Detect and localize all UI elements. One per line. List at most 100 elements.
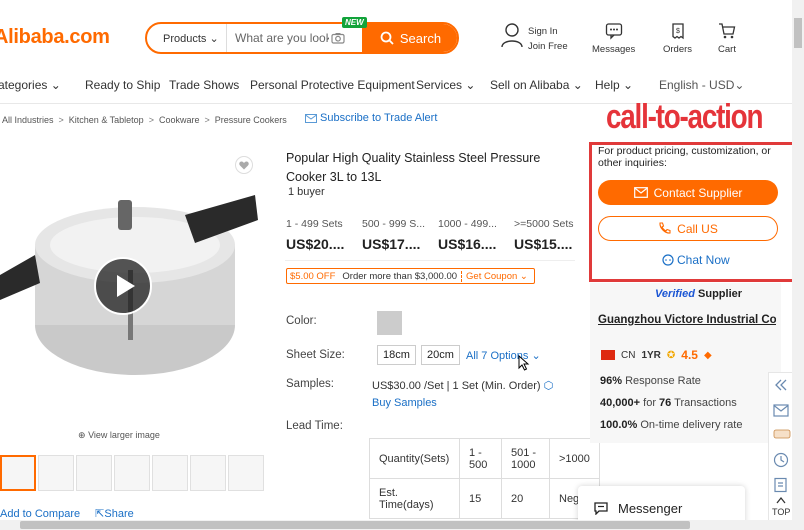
mail-icon[interactable]: [773, 404, 789, 417]
breadcrumb-item[interactable]: Kitchen & Tabletop: [69, 115, 144, 125]
search-input[interactable]: [233, 24, 329, 52]
product-thumbnail[interactable]: [228, 455, 264, 491]
search-category-select[interactable]: Products ⌄: [147, 24, 227, 52]
coupon-condition: Order more than $3,000.00: [342, 270, 458, 282]
subscribe-trade-alert-link[interactable]: Subscribe to Trade Alert: [305, 112, 437, 124]
nav-ppe[interactable]: Personal Protective Equipment: [250, 78, 415, 92]
signin-link[interactable]: Sign In: [528, 24, 568, 39]
breadcrumb-item[interactable]: All Industries: [2, 115, 54, 125]
add-to-compare-link[interactable]: Add to Compare: [0, 508, 80, 520]
user-icon[interactable]: [500, 22, 524, 48]
vertical-scrollbar-thumb[interactable]: [794, 18, 802, 48]
share-link[interactable]: ⇱Share: [95, 508, 134, 520]
cart-icon: [719, 23, 736, 39]
breadcrumb-item[interactable]: Pressure Cookers: [215, 115, 287, 125]
nav-language-currency[interactable]: English - USD⌄: [659, 78, 744, 92]
back-to-top-label[interactable]: TOP: [772, 507, 790, 517]
contact-supplier-button[interactable]: Contact Supplier: [598, 180, 778, 205]
thumbnail-strip: [0, 455, 264, 491]
size-option-18cm[interactable]: 18cm: [377, 345, 416, 365]
color-label: Color:: [286, 315, 317, 327]
tier-quantity: 1 - 499 Sets: [286, 218, 343, 230]
chevron-up-icon[interactable]: [776, 496, 786, 504]
verified-suffix: Supplier: [698, 288, 743, 300]
chat-bubble-icon: [594, 501, 608, 515]
tier-price: US$16....: [438, 236, 497, 252]
cart-button[interactable]: Cart: [718, 22, 736, 55]
feedback-icon[interactable]: [773, 477, 789, 493]
breadcrumb-separator: >: [58, 115, 64, 125]
chevron-down-icon: ⌄: [623, 78, 634, 92]
chat-now-link[interactable]: Chat Now: [662, 253, 730, 267]
info-cube-icon: ⬡: [543, 380, 554, 392]
tier-price: US$15....: [514, 236, 573, 252]
play-video-button[interactable]: [94, 257, 152, 315]
chat-icon: [662, 254, 674, 266]
buy-samples-link[interactable]: Buy Samples: [372, 397, 437, 409]
lead-time-label: Lead Time:: [286, 420, 343, 432]
china-flag-icon: [601, 350, 615, 360]
call-us-button[interactable]: Call US: [598, 216, 778, 241]
tier-price: US$17....: [362, 236, 421, 252]
divider: [285, 260, 575, 261]
nav-sell-on-alibaba[interactable]: Sell on Alibaba ⌄: [490, 78, 583, 92]
supplier-rating: 4.5: [681, 348, 698, 362]
stat-text: for: [643, 397, 656, 409]
view-larger-image-link[interactable]: ⊕ View larger image: [78, 430, 160, 441]
product-thumbnail[interactable]: [76, 455, 112, 491]
phone-icon: [659, 222, 671, 234]
price-tier: 1 - 499 Sets US$20....: [286, 218, 358, 252]
mail-icon: [633, 187, 648, 198]
coupon-discount: $5.00 OFF: [290, 270, 336, 282]
supplier-name-link[interactable]: Guangzhou Victore Industrial Co.,...: [598, 314, 776, 326]
horizontal-scrollbar-thumb[interactable]: [20, 521, 690, 529]
chat-now-label: Chat Now: [677, 253, 730, 267]
view-larger-label: View larger image: [88, 430, 160, 440]
nav-ready-to-ship[interactable]: Ready to Ship: [85, 78, 160, 92]
search-button[interactable]: Search: [362, 24, 457, 52]
product-thumbnail[interactable]: [0, 455, 36, 491]
favorite-heart-icon[interactable]: [235, 156, 253, 174]
orders-button[interactable]: $ Orders: [663, 22, 692, 55]
nav-trade-shows[interactable]: Trade Shows: [169, 78, 239, 92]
table-row: Quantity(Sets) 1 - 500 501 - 1000 >1000: [369, 438, 600, 479]
nav-help[interactable]: Help ⌄: [595, 78, 633, 92]
camera-icon[interactable]: [331, 32, 345, 44]
signin-links[interactable]: Sign In Join Free: [528, 24, 568, 54]
breadcrumb-item[interactable]: Cookware: [159, 115, 200, 125]
messages-button[interactable]: Messages: [592, 22, 635, 55]
search-bar: Products ⌄ Search: [145, 22, 459, 54]
product-thumbnail[interactable]: [190, 455, 226, 491]
promo-icon[interactable]: [773, 428, 791, 440]
on-time-delivery: 100.0% On-time delivery rate: [600, 419, 742, 431]
vertical-scrollbar[interactable]: [792, 0, 804, 520]
stat-value: 76: [659, 397, 672, 409]
get-coupon-button[interactable]: Get Coupon ⌄: [461, 270, 534, 282]
nav-services[interactable]: Services ⌄: [416, 78, 475, 92]
product-thumbnail[interactable]: [152, 455, 188, 491]
alibaba-logo[interactable]: Alibaba.com: [0, 26, 110, 49]
stat-text: Transactions: [674, 397, 737, 409]
call-to-action-annotation: call-to-action: [606, 98, 764, 136]
collapse-chevrons-icon[interactable]: [773, 378, 789, 392]
nav-label: Sell on Alibaba: [490, 78, 570, 92]
product-thumbnail[interactable]: [114, 455, 150, 491]
size-label: Sheet Size:: [286, 349, 345, 361]
history-icon[interactable]: [773, 452, 789, 468]
nav-categories[interactable]: ategories ⌄: [0, 78, 61, 92]
color-swatch[interactable]: [377, 311, 402, 335]
price-tier: >=5000 Sets US$15....: [514, 218, 586, 252]
join-free-link[interactable]: Join Free: [528, 39, 568, 54]
search-category-label: Products: [163, 33, 207, 45]
messages-label: Messages: [592, 44, 636, 55]
size-option-20cm[interactable]: 20cm: [421, 345, 460, 365]
stat-text: On-time delivery rate: [640, 419, 743, 431]
cta-text: For product pricing, customization, or o…: [598, 145, 771, 169]
coupon-banner: $5.00 OFF Order more than $3,000.00 Get …: [286, 268, 535, 284]
chevron-down-icon: ⌄: [519, 270, 528, 282]
product-thumbnail[interactable]: [38, 455, 74, 491]
table-cell: 15: [459, 478, 502, 519]
stat-value: 100.0%: [600, 419, 638, 431]
samples-price: US$30.00 /Set | 1 Set (Min. Order): [372, 380, 541, 392]
response-rate: 96% Response Rate: [600, 375, 701, 387]
